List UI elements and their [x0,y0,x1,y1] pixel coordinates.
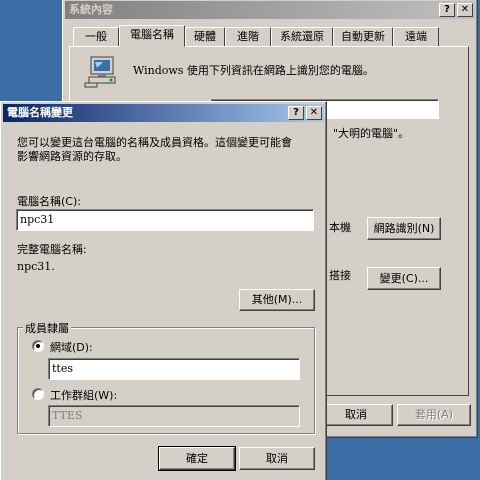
tab-system-restore[interactable]: 系統還原 [271,27,333,47]
system-properties-title: 系統內容 [69,3,113,16]
local-label: 本機 [329,221,351,234]
cancel-button[interactable]: 取消 [239,447,315,470]
tab-remote[interactable]: 遠端 [393,27,439,47]
dialog-titlebar: 電腦名稱變更 ? ✕ [3,104,324,122]
network-id-button[interactable]: 網路識別(N) [367,217,441,240]
tab-computer-name[interactable]: 電腦名稱 [119,25,185,47]
example-text: "大明的電腦"。 [333,127,410,140]
tab-automatic-updates[interactable]: 自動更新 [333,27,393,47]
tab-advanced[interactable]: 進階 [225,27,271,47]
full-name-value: npc31. [17,260,55,273]
system-properties-titlebar: 系統內容 ? ✕ [65,1,475,19]
intro-line-2: 影響網路資源的存取。 [17,150,127,163]
domain-label: 網域(D): [50,341,93,354]
full-name-label: 完整電腦名稱: [17,243,87,256]
connect-label: 搭接 [329,269,351,282]
help-icon[interactable]: ? [288,106,304,120]
dialog-title: 電腦名稱變更 [7,106,73,119]
apply-button[interactable]: 套用(A) [397,404,471,426]
change-button[interactable]: 變更(C)... [367,267,441,290]
close-icon[interactable]: ✕ [457,3,473,17]
computer-name-input[interactable]: npc31 [16,209,314,231]
tab-general[interactable]: 一般 [73,27,119,47]
ok-button[interactable]: 確定 [158,446,236,471]
cancel-button-back[interactable]: 取消 [319,404,393,426]
workgroup-radio[interactable] [32,388,44,400]
computer-icon [84,56,116,88]
description-text: Windows 使用下列資訊在網路上識別您的電腦。 [133,64,374,77]
workgroup-label: 工作群組(W): [50,389,118,402]
computer-name-changes-dialog: 電腦名稱變更 ? ✕ 您可以變更這台電腦的名稱及成員資格。這個變更可能會 影響網… [0,101,327,480]
computer-name-label: 電腦名稱(C): [17,195,81,208]
more-button[interactable]: 其他(M)... [239,289,315,311]
domain-input[interactable]: ttes [48,358,300,380]
close-icon[interactable]: ✕ [306,106,322,120]
domain-radio[interactable] [32,340,44,352]
workgroup-input[interactable]: TTES [48,405,300,427]
tab-hardware[interactable]: 硬體 [185,27,225,47]
help-icon[interactable]: ? [439,3,455,17]
member-of-label: 成員隸屬 [23,320,71,336]
